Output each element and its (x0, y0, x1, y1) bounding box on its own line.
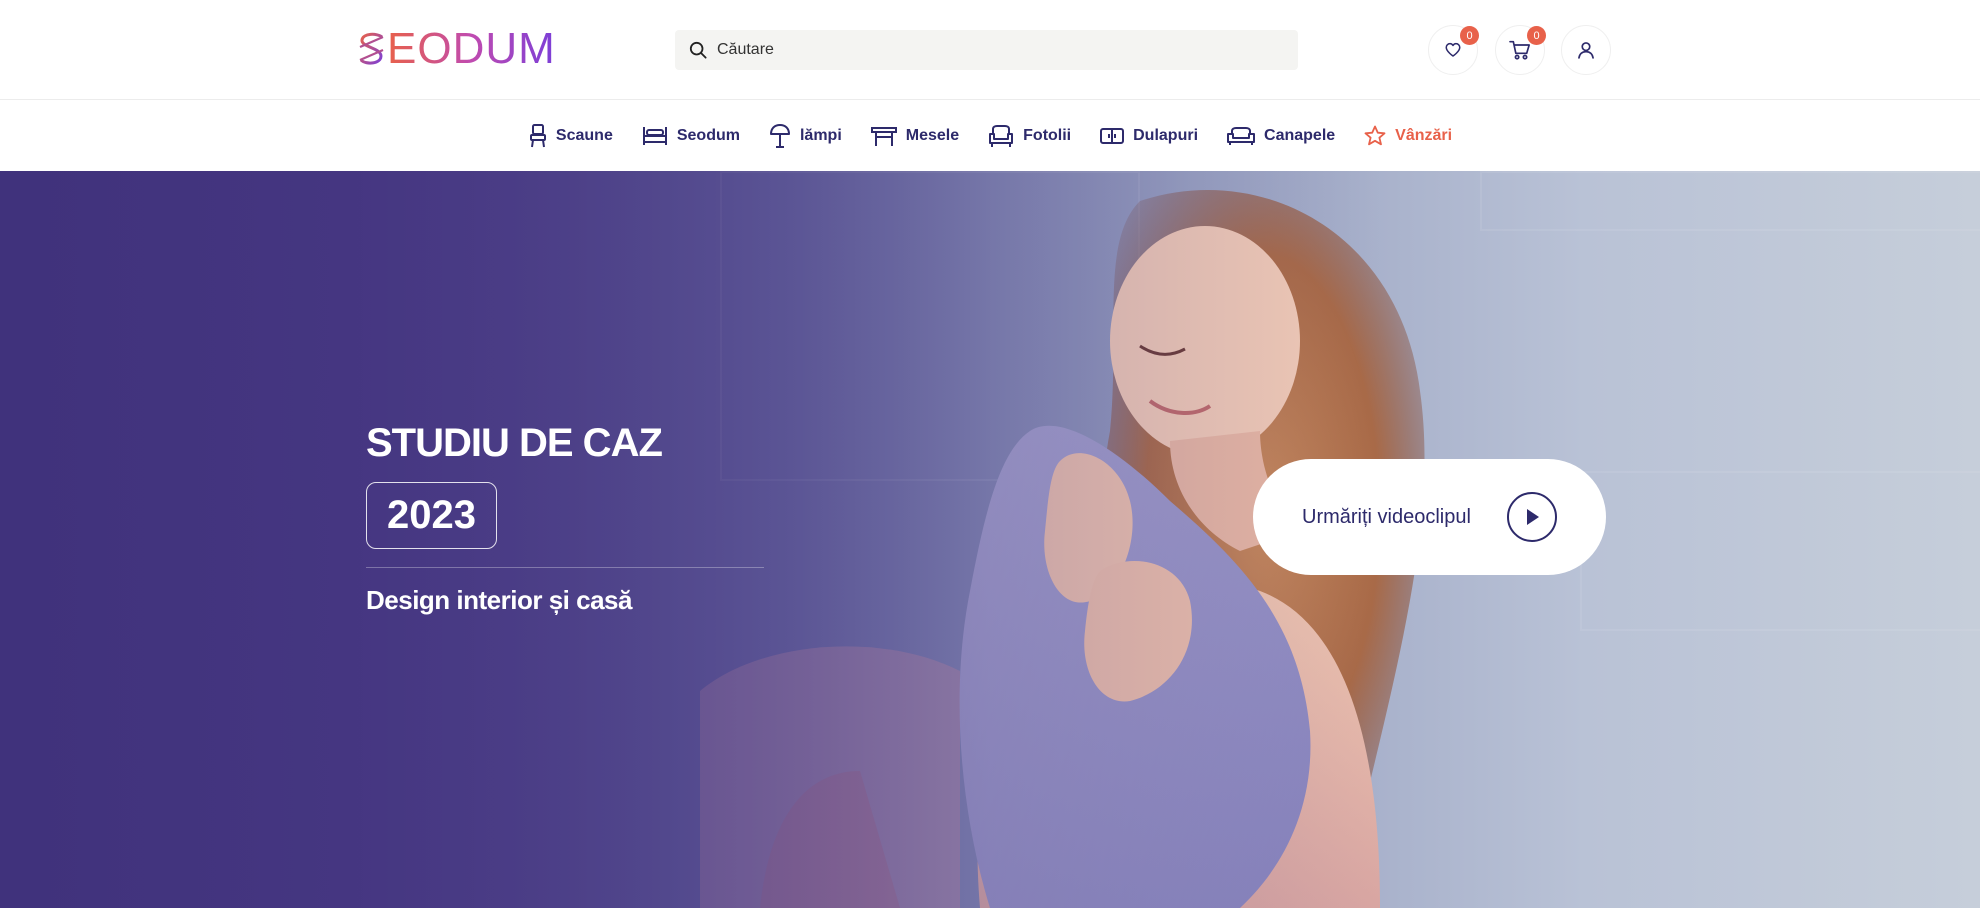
nav-item-label: Scaune (555, 127, 613, 144)
user-icon (1578, 42, 1594, 59)
nav-item-lampi[interactable]: lămpi (768, 123, 842, 149)
nav-item-label: Mesele (905, 127, 960, 144)
watch-video-button[interactable]: Urmăriți videoclipul (1253, 459, 1606, 575)
nav-item-canapele[interactable]: Canapele (1226, 125, 1335, 147)
nav-item-seodum[interactable]: Seodum (641, 124, 740, 148)
wardrobe-icon (1100, 128, 1125, 144)
nav-item-label: Dulapuri (1133, 127, 1199, 144)
nav-item-label: Seodum (676, 127, 740, 144)
nav-item-mesele[interactable]: Mesele (870, 124, 959, 148)
hero-title: STUDIU DE CAZ (366, 421, 663, 465)
cart-count-badge: 0 (1527, 26, 1546, 45)
nav-item-fotolii[interactable]: Fotolii (987, 124, 1071, 148)
account-button[interactable] (1561, 25, 1611, 75)
nav-item-dulapuri[interactable]: Dulapuri (1099, 125, 1198, 147)
hero-banner: STUDIU DE CAZ 2023 Design interior și ca… (0, 171, 1980, 908)
logo[interactable]: EODUM (357, 27, 556, 71)
nav-item-label: Fotolii (1023, 127, 1072, 144)
search-icon (689, 41, 707, 59)
cart-icon (1509, 40, 1530, 60)
logo-text: EODUM (387, 24, 556, 73)
star-icon (1364, 125, 1386, 146)
hero-subtitle: Design interior și casă (366, 585, 632, 615)
sofa-icon (1227, 127, 1256, 145)
logo-mark-icon (359, 32, 384, 65)
nav-item-label: Canapele (1264, 127, 1336, 144)
lamp-icon (769, 124, 790, 148)
wishlist-count-badge: 0 (1460, 26, 1479, 45)
table-icon (870, 127, 897, 146)
search-bar (675, 30, 1298, 70)
site-header: EODUM 0 0 (0, 0, 1980, 100)
hero-year-badge: 2023 (366, 482, 497, 549)
hero-overlay (0, 171, 1980, 908)
bed-icon (642, 127, 667, 145)
wishlist-button[interactable]: 0 (1428, 25, 1479, 75)
search-input[interactable] (717, 41, 1277, 59)
watch-video-label: Urmăriți videoclipul (1302, 506, 1471, 528)
armchair-icon (989, 125, 1014, 147)
play-icon (1507, 492, 1557, 542)
category-nav: Scaune Seodum lămpi Mesele Fotolii Dulap… (0, 101, 1980, 171)
chair-icon (529, 124, 546, 148)
category-nav-list: Scaune Seodum lămpi Mesele Fotolii Dulap… (514, 123, 1466, 149)
cart-button[interactable]: 0 (1495, 25, 1546, 75)
nav-item-scaune[interactable]: Scaune (528, 123, 613, 149)
heart-icon (1445, 42, 1461, 57)
hero-divider (366, 567, 764, 568)
nav-item-label: Vânzări (1395, 127, 1453, 144)
nav-item-label: lămpi (799, 127, 842, 144)
nav-item-vanzari[interactable]: Vânzări (1363, 124, 1452, 148)
